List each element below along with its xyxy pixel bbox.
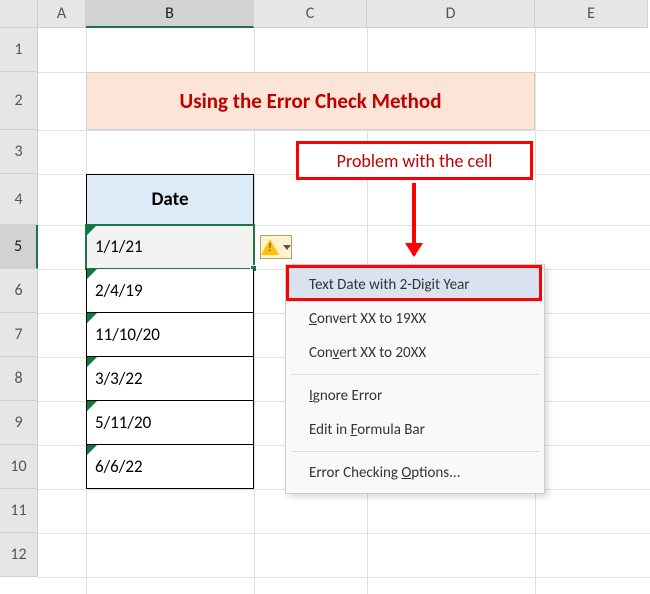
menu-convert-19xx[interactable]: Convert XX to 19XX [289, 302, 541, 336]
menu-error-options[interactable]: Error Checking Options... [289, 456, 541, 490]
row-header-5[interactable]: 5 [0, 225, 38, 269]
cell-value: 6/6/22 [95, 456, 143, 477]
cell-b8[interactable]: 3/3/22 [86, 357, 254, 401]
cell-b10[interactable]: 6/6/22 [86, 445, 254, 489]
row-header-12[interactable]: 12 [0, 533, 38, 577]
cell-b7[interactable]: 11/10/20 [86, 313, 254, 357]
menu-edit-formula-bar[interactable]: Edit in Formula Bar [289, 413, 541, 447]
row-header-6[interactable]: 6 [0, 269, 38, 313]
row-header-9[interactable]: 9 [0, 401, 38, 445]
col-header-e[interactable]: E [535, 0, 648, 28]
col-header-b[interactable]: B [86, 0, 254, 28]
annotation-arrow [412, 183, 416, 255]
row-header-3[interactable]: 3 [0, 130, 38, 174]
menu-separator [291, 451, 539, 452]
menu-label: onvert XX to 19XX [317, 310, 426, 328]
cell-b6[interactable]: 2/4/19 [86, 269, 254, 313]
cell-value: 5/11/20 [95, 412, 151, 433]
row-header-2[interactable]: 2 [0, 72, 38, 130]
col-header-d[interactable]: D [367, 0, 535, 28]
menu-convert-20xx[interactable]: Convert XX to 20XX [289, 336, 541, 370]
menu-separator [291, 374, 539, 375]
annotation-callout: Problem with the cell [296, 141, 533, 180]
menu-header: Text Date with 2-Digit Year [289, 268, 541, 302]
cell-b5[interactable]: 1/1/21 [86, 225, 254, 269]
row-header-11[interactable]: 11 [0, 489, 38, 533]
warning-icon [261, 239, 279, 255]
row-header-1[interactable]: 1 [0, 28, 38, 72]
chevron-down-icon [283, 245, 291, 250]
error-indicator-button[interactable] [260, 235, 292, 259]
row-header-4[interactable]: 4 [0, 174, 38, 225]
row-header-8[interactable]: 8 [0, 357, 38, 401]
row-headers: 1 2 3 4 5 6 7 8 9 10 11 12 [0, 28, 38, 577]
row-header-7[interactable]: 7 [0, 313, 38, 357]
select-all-corner[interactable] [0, 0, 38, 28]
cell-b9[interactable]: 5/11/20 [86, 401, 254, 445]
cell-value: 1/1/21 [95, 236, 143, 257]
menu-ignore-error[interactable]: Ignore Error [289, 379, 541, 413]
cell-grid[interactable]: Using the Error Check Method Date 1/1/21… [38, 28, 650, 594]
title-cell[interactable]: Using the Error Check Method [86, 72, 535, 130]
col-header-c[interactable]: C [254, 0, 367, 28]
error-context-menu: Text Date with 2-Digit Year Convert XX t… [285, 264, 545, 494]
column-headers: A B C D E [0, 0, 650, 28]
row-header-10[interactable]: 10 [0, 445, 38, 489]
cell-value: 2/4/19 [95, 280, 143, 301]
col-header-a[interactable]: A [38, 0, 86, 28]
cell-value: 11/10/20 [95, 324, 160, 345]
cell-value: 3/3/22 [95, 368, 143, 389]
date-column-header[interactable]: Date [86, 174, 254, 225]
